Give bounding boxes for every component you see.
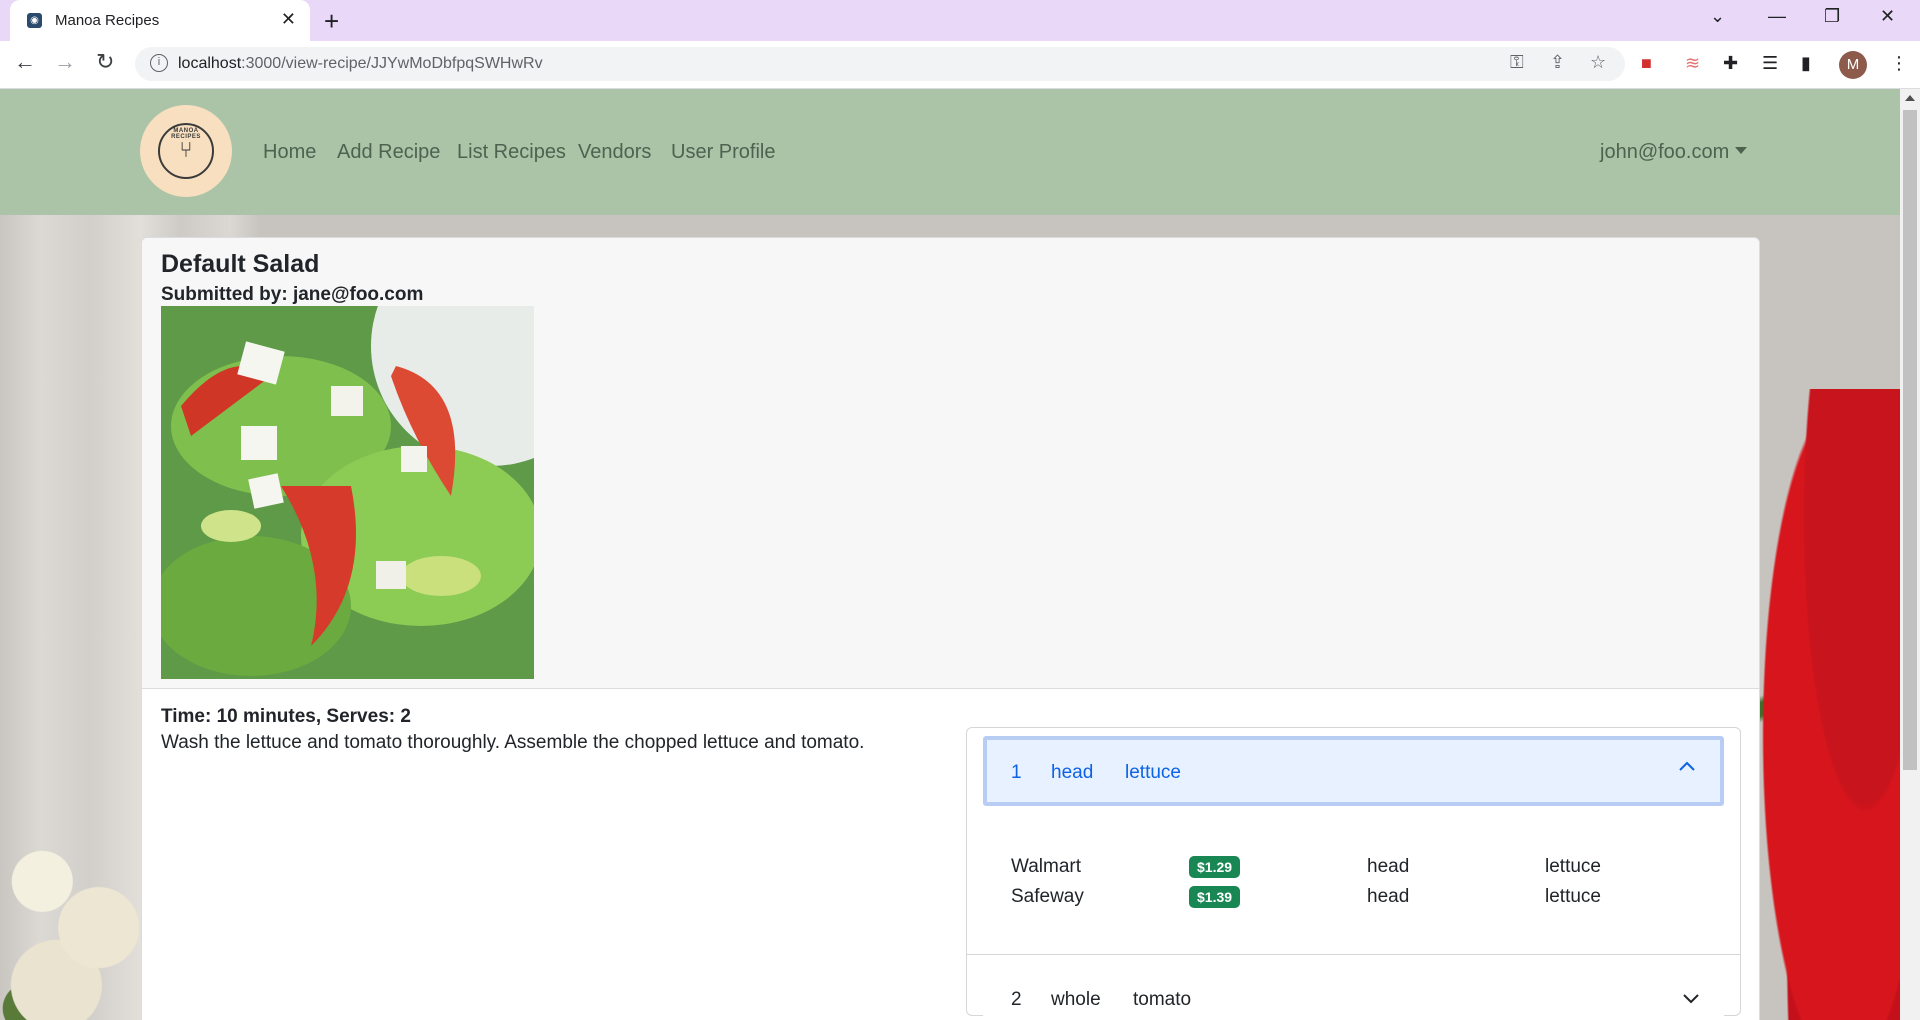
profile-avatar[interactable]: M [1839,51,1867,79]
ingredient-item: 1 head lettuce Walmart $1.29 head lettuc… [967,728,1740,955]
utensils-icon: ⑂ [179,137,193,162]
site-navbar: MANOA RECIPES ⑂ Home Add Recipe List Rec… [0,89,1900,215]
browser-tab-strip: ◉ Manoa Recipes ✕ + ⌄ — ❐ ✕ [0,0,1920,41]
restore-icon[interactable]: ❐ [1824,6,1840,27]
caret-down-icon [1735,147,1748,154]
reload-icon[interactable]: ↻ [96,49,114,75]
browser-tab[interactable]: ◉ Manoa Recipes ✕ [10,0,310,41]
recipe-card: Default Salad Submitted by: jane@foo.com [141,237,1760,1020]
scroll-up-arrow-icon[interactable] [1905,95,1915,101]
new-tab-button[interactable]: + [324,6,339,37]
vendor-unit: head [1367,886,1410,907]
ingredient-toggle-button[interactable]: 2 whole tomato [983,967,1724,1020]
ingredient-unit: whole [1051,989,1101,1010]
ingredient-quantity: 2 [1011,989,1022,1010]
media-icon[interactable]: ☰ [1762,53,1778,74]
nav-list-recipes[interactable]: List Recipes [457,141,566,164]
key-icon[interactable]: ⚿ [1510,52,1524,73]
recipe-title: Default Salad [161,250,320,278]
vendor-ingredient: lettuce [1545,856,1601,877]
vendor-name: Walmart [1011,856,1082,877]
page-scrollbar[interactable] [1900,89,1920,1020]
nav-vendors[interactable]: Vendors [578,141,651,164]
scroll-thumb[interactable] [1903,110,1917,770]
chevron-up-icon [1679,761,1695,771]
price-badge: $1.39 [1189,886,1241,908]
page-background: MANOA RECIPES ⑂ Home Add Recipe List Rec… [0,89,1900,1020]
vendor-ingredient: lettuce [1545,886,1601,907]
site-logo[interactable]: MANOA RECIPES ⑂ [140,105,232,197]
ingredient-name: lettuce [1125,762,1181,783]
ingredient-quantity: 1 [1011,762,1022,783]
close-tab-icon[interactable]: ✕ [281,9,296,30]
recipe-meta: Time: 10 minutes, Serves: 2 [161,706,411,727]
chevron-down-icon [1683,994,1699,1004]
nav-add-recipe[interactable]: Add Recipe [337,141,440,164]
recipe-card-header: Default Salad Submitted by: jane@foo.com [142,238,1759,689]
vendor-name: Safeway [1011,886,1084,907]
ingredient-toggle-button[interactable]: 1 head lettuce [983,736,1724,806]
tab-title: Manoa Recipes [55,12,160,29]
menu-kebab-icon[interactable]: ⋮ [1890,53,1908,74]
browser-toolbar: ← → ↻ i localhost:3000/view-recipe/JJYwM… [0,41,1920,89]
vendor-unit: head [1367,856,1410,877]
bookmark-star-icon[interactable]: ☆ [1590,52,1606,73]
background-cauliflower [0,789,141,1020]
ingredient-header: 1 head lettuce [967,728,1740,814]
background-tomatoes [1760,389,1900,1020]
nav-home[interactable]: Home [263,141,316,164]
ingredient-name: tomato [1133,989,1192,1010]
user-dropdown[interactable]: john@foo.com [1600,141,1748,164]
recipe-instructions: Wash the lettuce and tomato thoroughly. … [161,732,865,753]
ingredient-unit: head [1051,762,1094,783]
forward-icon[interactable]: → [54,49,76,75]
share-icon[interactable]: ⇪ [1550,52,1565,73]
ingredients-accordion: 1 head lettuce Walmart $1.29 head lettuc… [966,727,1741,1020]
url-text: localhost:3000/view-recipe/JJYwMoDbfpqSW… [178,55,543,72]
address-bar[interactable]: i localhost:3000/view-recipe/JJYwMoDbfpq… [135,47,1625,81]
logo-emblem: MANOA RECIPES ⑂ [158,123,214,179]
vendor-row: Walmart $1.29 head lettuce [1011,856,1711,886]
minimize-icon[interactable]: — [1768,6,1786,27]
ingredient-item: 2 whole tomato [967,955,1740,1020]
vendor-row: Safeway $1.39 head lettuce [1011,886,1711,916]
site-info-icon[interactable]: i [150,54,168,72]
tab-search-icon[interactable]: ⌄ [1710,6,1725,27]
submitted-by: Submitted by: jane@foo.com [161,284,424,305]
extension-icon[interactable]: ■ [1641,53,1652,74]
back-icon[interactable]: ← [14,49,36,75]
recipe-image [161,306,534,679]
window-close-icon[interactable]: ✕ [1880,6,1895,27]
favicon-icon: ◉ [27,13,42,28]
side-panel-icon[interactable]: ▮ [1801,53,1811,74]
puzzle-icon[interactable]: ✚ [1723,53,1738,74]
extension-icon[interactable]: ≋ [1685,53,1700,74]
nav-user-profile[interactable]: User Profile [671,141,775,164]
price-badge: $1.29 [1189,856,1241,878]
ingredient-vendor-list: Walmart $1.29 head lettuce Safeway $1.39… [967,814,1740,954]
